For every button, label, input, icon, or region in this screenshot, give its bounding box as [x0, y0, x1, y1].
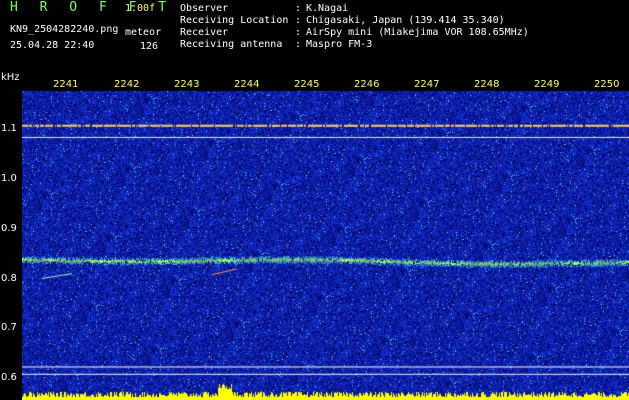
separator: : [295, 39, 302, 50]
location-label: Receiving Location [180, 15, 289, 26]
freq-tick: 0.6 [1, 372, 17, 383]
freq-tick: 1.0 [1, 173, 17, 184]
location-value: Chigasaki, Japan (139.414 35.340) [306, 15, 505, 26]
version-label: 1.00f [125, 3, 156, 14]
time-tick: 2250 [594, 79, 620, 90]
separator: : [295, 15, 302, 26]
header-panel: H R O F F T 1.00f KN9_2504282240.png 25.… [0, 0, 629, 76]
receiver-value: AirSpy mini (Miakejima VOR 108.65MHz) [306, 27, 529, 38]
antenna-label: Receiving antenna [180, 39, 283, 50]
separator: : [295, 3, 302, 14]
time-tick: 2244 [234, 79, 260, 90]
time-tick: 2243 [174, 79, 200, 90]
antenna-value: Maspro FM-3 [306, 39, 373, 50]
freq-tick: 0.8 [1, 273, 17, 284]
meteor-count: 126 [140, 41, 159, 52]
meteor-label: meteor [125, 27, 162, 38]
time-tick: 2241 [53, 79, 79, 90]
time-tick: 2245 [294, 79, 320, 90]
time-tick: 2248 [474, 79, 500, 90]
datetime-label: 25.04.28 22:40 [10, 40, 95, 51]
time-axis: 2241 2242 2243 2244 2245 2246 2247 2248 … [22, 78, 629, 92]
spectrogram-canvas [22, 77, 629, 400]
receiver-label: Receiver [180, 27, 229, 38]
separator: : [295, 27, 302, 38]
freq-tick: 0.7 [1, 322, 17, 333]
freq-tick: 0.9 [1, 223, 17, 234]
observer-label: Observer [180, 3, 229, 14]
filename-label: KN9_2504282240.png [10, 24, 119, 35]
freq-unit-label: kHz [1, 72, 20, 83]
time-tick: 2247 [414, 79, 440, 90]
observer-value: K.Nagai [306, 3, 349, 14]
freq-tick: 1.1 [1, 123, 17, 134]
time-tick: 2246 [354, 79, 380, 90]
time-tick: 2242 [114, 79, 140, 90]
time-tick: 2249 [534, 79, 560, 90]
